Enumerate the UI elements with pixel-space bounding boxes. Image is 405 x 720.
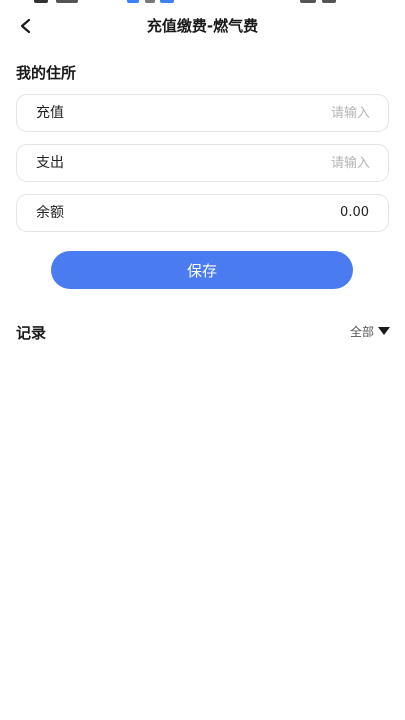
expense-label: 支出 (36, 155, 64, 171)
chevron-left-icon (20, 18, 31, 34)
records-filter-label: 全部 (349, 324, 374, 339)
expense-row: 支出 (16, 144, 389, 182)
recharge-input[interactable] (190, 102, 370, 124)
status-icon (56, 0, 78, 3)
status-icon (300, 0, 316, 3)
save-button[interactable]: 保存 (51, 251, 353, 289)
section-title-residence: 我的住所 (16, 64, 77, 82)
records-filter-dropdown[interactable]: 全部 (350, 322, 390, 340)
balance-value: 0.00 (340, 205, 369, 220)
status-icon (34, 0, 48, 3)
balance-label: 余额 (36, 205, 64, 221)
top-bar: 充值缴费-燃气费 (0, 6, 405, 46)
recharge-label: 充值 (36, 105, 64, 121)
caret-down-icon (378, 327, 390, 335)
status-icon (160, 0, 174, 3)
recharge-row: 充值 (16, 94, 389, 132)
balance-row: 余额 0.00 (16, 194, 389, 232)
back-button[interactable] (12, 12, 40, 40)
page-title: 充值缴费-燃气费 (146, 17, 259, 35)
status-icon (322, 0, 336, 3)
status-icon (145, 0, 155, 3)
section-title-records: 记录 (16, 324, 47, 342)
expense-input[interactable] (190, 152, 370, 174)
status-icon (127, 0, 139, 3)
